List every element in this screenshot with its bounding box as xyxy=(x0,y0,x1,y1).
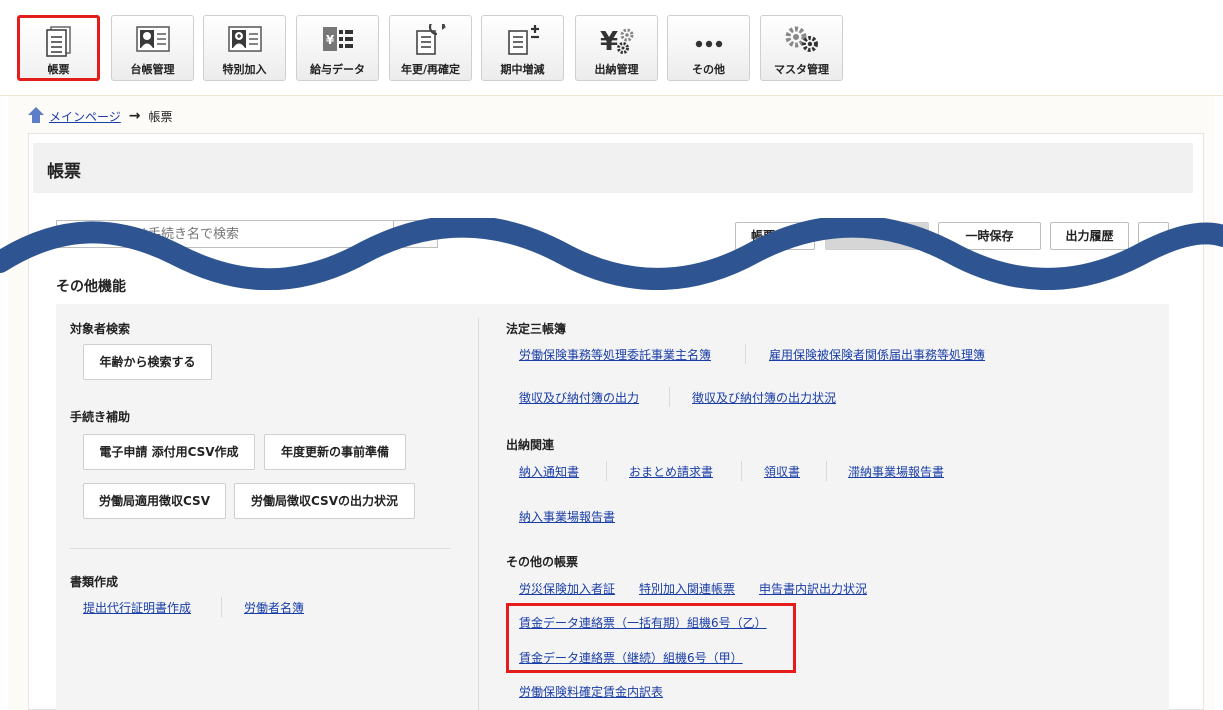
cash-management-icon: ¥ xyxy=(576,24,657,58)
wave-separator xyxy=(0,218,1223,290)
toolbar-cash-management-button[interactable]: ¥ 出納管理 xyxy=(575,15,658,81)
special-enrollment-ledger-link[interactable]: 特別加入関連帳票 xyxy=(639,580,735,597)
age-search-button[interactable]: 年齢から検索する xyxy=(83,344,212,380)
home-icon[interactable] xyxy=(27,106,45,127)
target-search-heading: 対象者検索 xyxy=(70,322,131,336)
collection-book-status-link[interactable]: 徴収及び納付簿の出力状況 xyxy=(692,389,836,406)
worker-roster-link[interactable]: 労働者名簿 xyxy=(244,599,304,616)
ledger-icon xyxy=(20,26,97,60)
special-enrollment-icon xyxy=(204,24,285,58)
breadcrumb: メインページ → 帳票 xyxy=(27,105,173,127)
documents-heading: 書類作成 xyxy=(70,575,119,589)
toolbar-special-enrollment-label: 特別加入 xyxy=(222,63,267,76)
toolbar-more-button[interactable]: その他 xyxy=(667,15,750,81)
annual-update-icon xyxy=(390,24,471,58)
receipt-link[interactable]: 領収書 xyxy=(764,463,800,480)
toolbar-master-settings-label: マスタ管理 xyxy=(774,63,829,76)
breadcrumb-arrow-icon: → xyxy=(128,108,141,124)
toolbar-more-label: その他 xyxy=(692,63,725,76)
toolbar-ledger-button[interactable]: 帳票 xyxy=(17,15,100,81)
statutory-books-heading: 法定三帳簿 xyxy=(506,322,567,336)
link-separator xyxy=(745,344,746,364)
employment-insurance-ledger-link[interactable]: 雇用保険被保険者関係届出事務等処理簿 xyxy=(769,346,985,363)
collection-book-output-link[interactable]: 徴収及び納付簿の出力 xyxy=(519,389,639,406)
labor-bureau-csv-status-button[interactable]: 労働局徴収CSVの出力状況 xyxy=(234,483,415,519)
breadcrumb-current: 帳票 xyxy=(148,109,173,124)
panel-header xyxy=(33,143,1193,193)
toolbar-register-button[interactable]: 台帳管理 xyxy=(111,15,194,81)
page-title: 帳票 xyxy=(47,162,81,182)
toolbar-annual-update-label: 年更/再確定 xyxy=(400,63,461,76)
annual-update-prep-button[interactable]: 年度更新の事前準備 xyxy=(264,434,406,470)
delegation-roster-link[interactable]: 労働保険事務等処理委託事業主名簿 xyxy=(519,346,711,363)
register-card-icon xyxy=(112,24,193,58)
section-divider xyxy=(70,548,450,549)
toolbar-special-enrollment-button[interactable]: 特別加入 xyxy=(203,15,286,81)
labor-bureau-csv-button[interactable]: 労働局適用徴収CSV xyxy=(83,483,226,519)
payment-notice-link[interactable]: 納入通知書 xyxy=(519,463,579,480)
more-icon xyxy=(668,24,749,58)
breadcrumb-home-link[interactable]: メインページ xyxy=(49,108,121,125)
link-separator xyxy=(221,597,222,617)
highlight-box xyxy=(506,603,796,673)
toolbar-ledger-label: 帳票 xyxy=(47,63,70,76)
main-toolbar: 帳票 台帳管理 特別加入 ¥ 給与データ 年更/再確定 期中増減 ¥ 出納管理 … xyxy=(0,0,1223,96)
toolbar-cash-management-label: 出納管理 xyxy=(594,63,639,76)
other-functions-title: その他機能 xyxy=(56,279,126,295)
master-settings-icon xyxy=(761,24,842,58)
payer-report-link[interactable]: 納入事業場報告書 xyxy=(519,508,615,525)
consolidated-invoice-link[interactable]: おまとめ請求書 xyxy=(629,463,713,480)
midterm-change-icon xyxy=(482,24,563,58)
toolbar-midterm-change-label: 期中増減 xyxy=(500,63,545,76)
link-separator xyxy=(741,461,742,481)
link-separator xyxy=(826,461,827,481)
toolbar-register-label: 台帳管理 xyxy=(130,63,175,76)
svg-text:¥: ¥ xyxy=(325,33,334,47)
link-separator xyxy=(606,461,607,481)
premium-wage-breakdown-link[interactable]: 労働保険料確定賃金内訳表 xyxy=(519,683,663,700)
workers-comp-card-link[interactable]: 労災保険加入者証 xyxy=(519,580,615,597)
other-ledgers-heading: その他の帳票 xyxy=(506,555,579,569)
column-divider xyxy=(478,318,479,710)
procedure-support-heading: 手続き補助 xyxy=(70,410,131,424)
cash-heading: 出納関連 xyxy=(506,438,555,452)
salary-data-icon: ¥ xyxy=(297,24,378,58)
toolbar-salary-data-label: 給与データ xyxy=(310,63,365,76)
toolbar-midterm-change-button[interactable]: 期中増減 xyxy=(481,15,564,81)
declaration-breakdown-status-link[interactable]: 申告書内訳出力状況 xyxy=(759,580,867,597)
toolbar-salary-data-button[interactable]: ¥ 給与データ xyxy=(296,15,379,81)
toolbar-master-settings-button[interactable]: マスタ管理 xyxy=(760,15,843,81)
e-application-csv-button[interactable]: 電子申請 添付用CSV作成 xyxy=(83,434,255,470)
link-separator xyxy=(669,387,670,407)
svg-text:¥: ¥ xyxy=(599,27,617,56)
delinquent-report-link[interactable]: 滞納事業場報告書 xyxy=(848,463,944,480)
toolbar-annual-update-button[interactable]: 年更/再確定 xyxy=(389,15,472,81)
proxy-certificate-link[interactable]: 提出代行証明書作成 xyxy=(83,599,191,616)
